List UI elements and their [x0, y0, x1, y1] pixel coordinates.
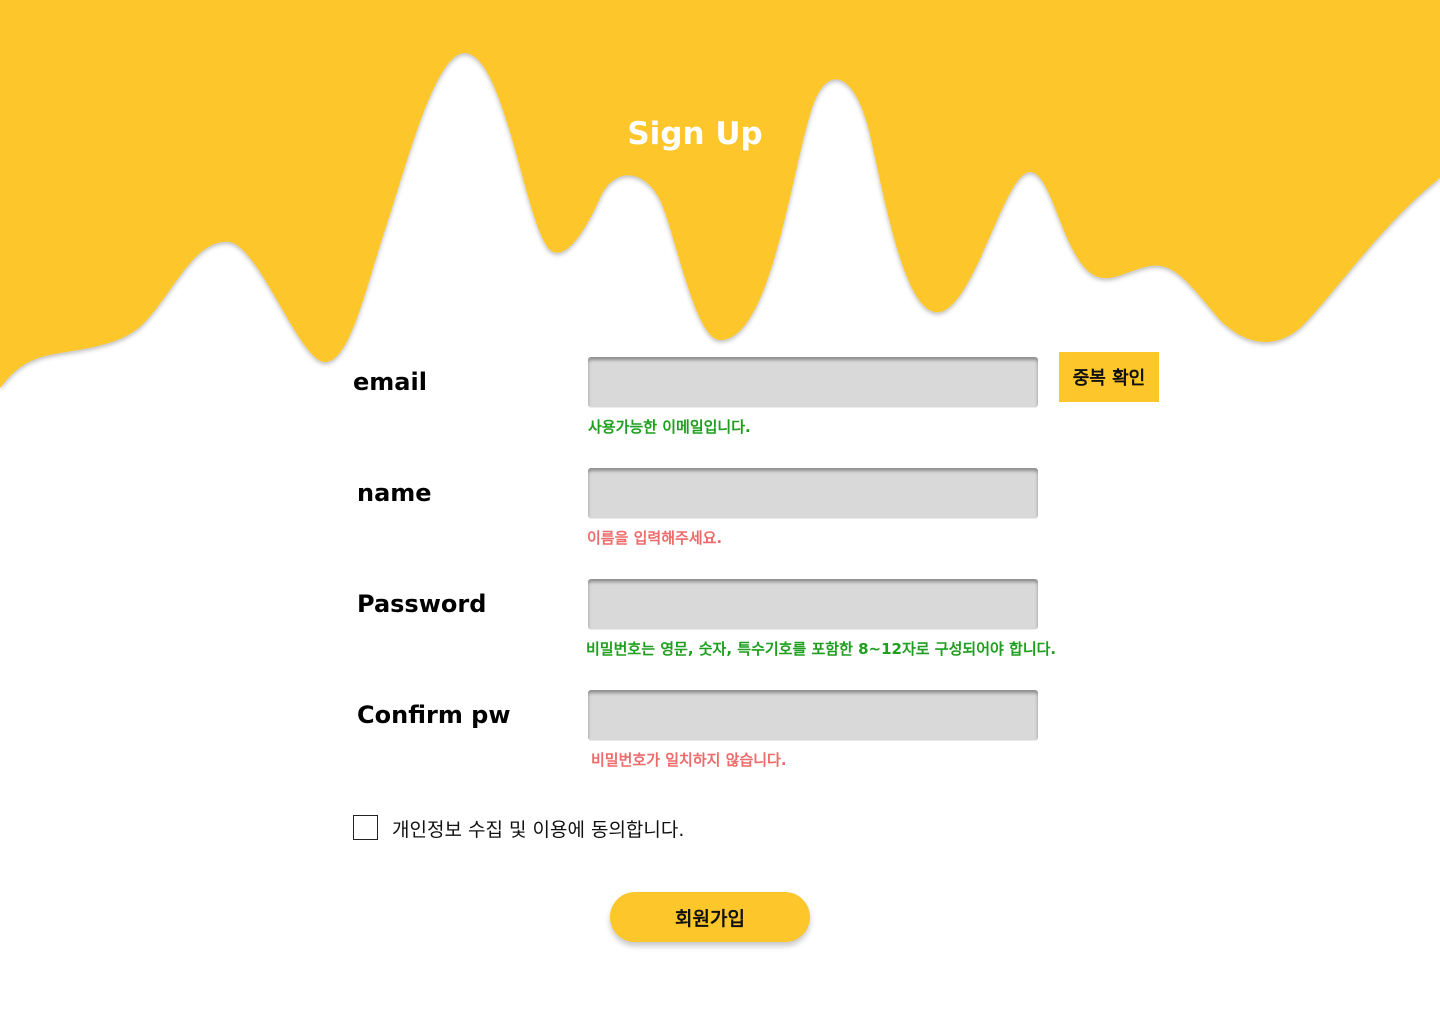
- email-status-message: 사용가능한 이메일입니다.: [588, 418, 751, 436]
- duplicate-check-button[interactable]: 중복 확인: [1059, 352, 1159, 402]
- page-title: Sign Up: [627, 116, 763, 152]
- password-status-message: 비밀번호는 영문, 숫자, 특수기호를 포함한 8~12자로 구성되어야 합니다…: [586, 640, 1057, 658]
- name-label: name: [357, 479, 432, 507]
- password-input[interactable]: [588, 579, 1038, 629]
- consent-label: 개인정보 수집 및 이용에 동의합니다.: [392, 819, 685, 841]
- email-label: email: [353, 368, 427, 396]
- signup-submit-button[interactable]: 회원가입: [610, 892, 810, 942]
- confirm-password-input[interactable]: [588, 690, 1038, 740]
- name-status-message: 이름을 입력해주세요.: [587, 529, 723, 547]
- password-label: Password: [357, 590, 487, 618]
- header-wave-background: [0, 0, 1440, 388]
- consent-checkbox[interactable]: [353, 815, 378, 840]
- email-input[interactable]: [588, 357, 1038, 407]
- confirm-password-status-message: 비밀번호가 일치하지 않습니다.: [591, 751, 787, 769]
- confirm-password-label: Confirm pw: [357, 701, 511, 729]
- name-input[interactable]: [588, 468, 1038, 518]
- signup-page: Sign Up email 중복 확인 사용가능한 이메일입니다. name 이…: [0, 0, 1440, 1024]
